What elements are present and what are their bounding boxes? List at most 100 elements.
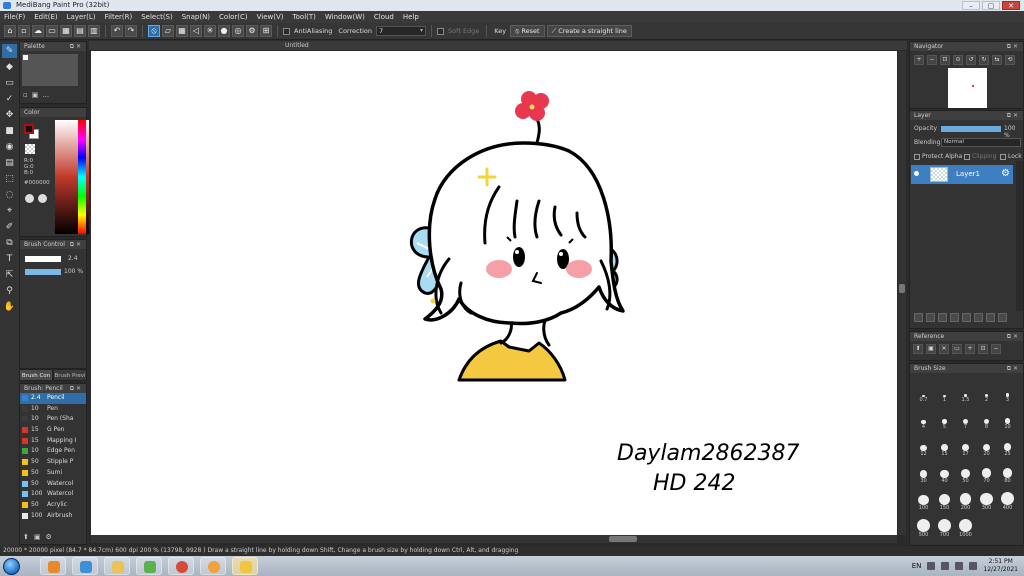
blending-select[interactable]: Normal — [941, 138, 1021, 147]
color-settings-icon[interactable] — [38, 194, 47, 203]
merge-layer-icon[interactable] — [974, 313, 983, 322]
folder-icon[interactable] — [962, 313, 971, 322]
straight-line-button[interactable]: ⟋ Create a straight line — [546, 25, 632, 37]
rotate-left-icon[interactable]: ↺ — [966, 55, 976, 65]
hue-slider[interactable] — [78, 120, 86, 234]
snap-off-icon[interactable]: ⦸ — [148, 25, 160, 37]
redo-icon[interactable]: ↷ — [125, 25, 137, 37]
close-button[interactable]: ✕ — [1002, 1, 1020, 10]
text-tool-icon[interactable]: T — [2, 252, 17, 266]
clipping-checkbox[interactable] — [964, 153, 970, 160]
reference-canvas-icon[interactable]: ▭ — [952, 344, 962, 354]
divide-tool-icon[interactable]: ⧉ — [2, 236, 17, 250]
minimize-button[interactable]: – — [962, 1, 980, 10]
brush-add-icon[interactable]: ⬆ — [23, 533, 29, 541]
snap-radial-icon[interactable]: ✳ — [204, 25, 216, 37]
brush-size-preset[interactable]: 25 — [997, 431, 1018, 458]
select-tool-icon[interactable]: ⬚ — [2, 172, 17, 186]
brush-size-preset[interactable]: 4 — [913, 404, 934, 431]
brush-size-preset[interactable]: 100 — [913, 485, 934, 512]
layer-row[interactable]: Layer1 ⚙ — [911, 165, 1013, 184]
protect-alpha-option[interactable]: Protect Alpha — [914, 153, 962, 160]
brush-list-item[interactable]: 10 Pen (Sha — [20, 414, 86, 425]
start-button[interactable] — [3, 558, 20, 575]
clipping-option[interactable]: Clipping — [964, 153, 996, 160]
brush-list-item[interactable]: 50 Acrylic — [20, 500, 86, 511]
brush-size-preset[interactable]: 80 — [997, 458, 1018, 485]
tray-volume-icon[interactable] — [969, 562, 978, 570]
layer-scrollbar[interactable] — [1016, 161, 1023, 311]
magic-wand-tool-icon[interactable]: ⌖ — [2, 204, 17, 218]
menu-layer[interactable]: Layer(L) — [67, 11, 96, 23]
menu-help[interactable]: Help — [403, 11, 419, 23]
hand-tool-icon[interactable]: ✋ — [2, 300, 17, 314]
brush-size-preset[interactable]: 1.5 — [955, 377, 976, 404]
brush-size-preset[interactable]: 700 — [934, 512, 955, 539]
brush-size-preset[interactable]: 150 — [934, 485, 955, 512]
brush-size-preset[interactable]: 50 — [955, 458, 976, 485]
brush-settings-icon[interactable]: ⚙ — [46, 533, 52, 541]
tab-brush-control[interactable]: Brush Con — [19, 369, 53, 381]
taskbar-internet-explorer[interactable] — [72, 557, 98, 575]
layer-settings-icon[interactable]: ⚙ — [1001, 168, 1010, 180]
reference-zoom-in-icon[interactable]: + — [965, 344, 975, 354]
brush-list-item[interactable]: 50 Sumi — [20, 468, 86, 479]
brush-size-preset[interactable]: 20 — [976, 431, 997, 458]
panel-controls-icon[interactable]: ⧉✕ — [70, 42, 83, 51]
menu-filter[interactable]: Filter(R) — [105, 11, 133, 23]
zoom-out-icon[interactable]: − — [927, 55, 937, 65]
snap-settings-icon[interactable]: ⚙ — [246, 25, 258, 37]
soft-edge-checkbox[interactable] — [437, 27, 445, 35]
flip-icon[interactable]: ⇆ — [992, 55, 1002, 65]
navigator-thumbnail[interactable] — [948, 68, 987, 108]
select-pen-tool-icon[interactable]: ✐ — [2, 220, 17, 234]
lasso-tool-icon[interactable]: ◌ — [2, 188, 17, 202]
eyedropper-tool-icon[interactable]: ⚲ — [2, 284, 17, 298]
panel-controls-icon[interactable]: ⧉✕ — [1007, 332, 1020, 341]
panel-controls-icon[interactable]: ⧉✕ — [1007, 364, 1020, 373]
tray-app-icon[interactable] — [927, 562, 936, 570]
correction-select[interactable]: 7 — [376, 26, 427, 36]
actual-size-icon[interactable]: ⊙ — [953, 55, 963, 65]
brush-list-item[interactable]: 2.4 Pencil — [20, 393, 86, 404]
brush-size-preset[interactable]: 8 — [976, 404, 997, 431]
brush-size-preset[interactable]: 7 — [955, 404, 976, 431]
new-8bit-layer-icon[interactable] — [938, 313, 947, 322]
menu-select[interactable]: Select(S) — [141, 11, 173, 23]
palette-swatch[interactable] — [23, 55, 28, 60]
brush-size-preset[interactable]: 17 — [955, 431, 976, 458]
brush-size-preset[interactable]: 15 — [934, 431, 955, 458]
undo-icon[interactable]: ↶ — [111, 25, 123, 37]
saturation-value-picker[interactable] — [55, 120, 93, 234]
snap-cross-icon[interactable]: ▦ — [176, 25, 188, 37]
reference-fit-icon[interactable]: ⊡ — [978, 344, 988, 354]
menu-window[interactable]: Window(W) — [325, 11, 365, 23]
brush-size-preset[interactable]: 1 — [934, 377, 955, 404]
new-halftone-layer-icon[interactable] — [926, 313, 935, 322]
foreground-color-swatch[interactable] — [24, 124, 34, 134]
brush-list-item[interactable]: 10 Edge Pen — [20, 446, 86, 457]
hex-value[interactable]: #000000 — [24, 180, 50, 186]
brush-list-item[interactable]: 50 Stipple P — [20, 457, 86, 468]
canvas[interactable]: Daylam2862387 HD 242 — [91, 51, 897, 535]
color-wheel-icon[interactable] — [25, 194, 34, 203]
reset-button[interactable]: ⦸ Reset — [510, 25, 545, 37]
brush-size-preset[interactable]: 70 — [976, 458, 997, 485]
brush-size-preset[interactable]: 400 — [997, 485, 1018, 512]
protect-alpha-checkbox[interactable] — [914, 153, 920, 160]
reference-close-icon[interactable]: ✕ — [939, 344, 949, 354]
brush-size-preset[interactable]: 30 — [913, 458, 934, 485]
check-tool-icon[interactable]: ✓ — [2, 92, 17, 106]
reference-zoom-out-icon[interactable]: − — [991, 344, 1001, 354]
brush-list-item[interactable]: 15 G Pen — [20, 425, 86, 436]
brush-size-preset[interactable]: 3 — [997, 377, 1018, 404]
lock-checkbox[interactable] — [1000, 153, 1006, 160]
brush-size-preset[interactable]: 5 — [934, 404, 955, 431]
menu-tool[interactable]: Tool(T) — [293, 11, 316, 23]
brush-opacity-slider[interactable] — [25, 269, 61, 275]
brush-size-preset[interactable]: 300 — [976, 485, 997, 512]
reference-folder-icon[interactable]: ▣ — [926, 344, 936, 354]
palette-add-icon[interactable]: ▫ — [23, 91, 28, 99]
panel-controls-icon[interactable]: ⧉✕ — [70, 240, 83, 249]
brush-list-item[interactable]: 100 Watercol — [20, 489, 86, 500]
